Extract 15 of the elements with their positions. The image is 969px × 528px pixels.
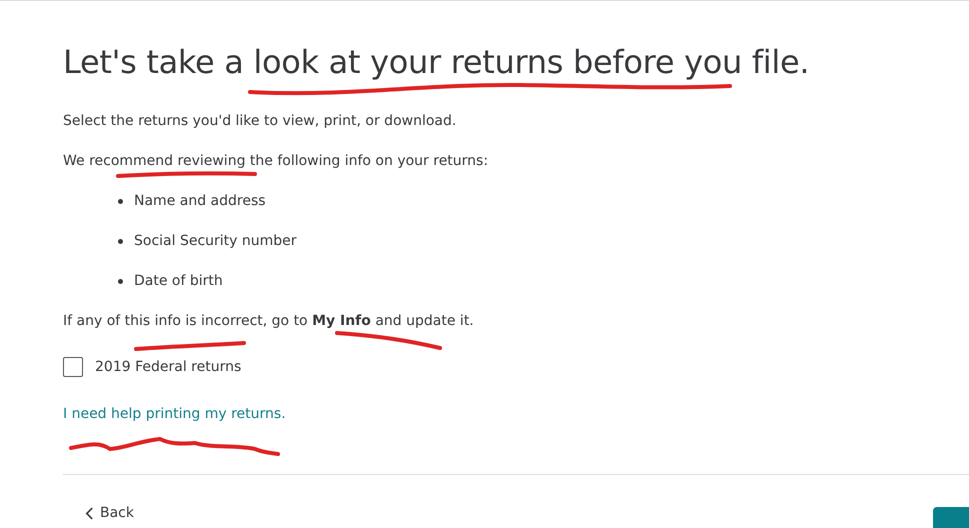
intro-text: Select the returns you'd like to view, print, or download. <box>63 112 456 131</box>
bullet-icon <box>118 198 123 204</box>
bullet-text: Social Security number <box>134 232 297 251</box>
bullet-text: Name and address <box>134 192 266 211</box>
recommend-text: We recommend reviewing the following info on your returns: <box>63 152 488 171</box>
page-heading: Let's take a look at your returns before you file. <box>63 42 810 83</box>
bullet-icon <box>118 278 123 284</box>
back-button[interactable]: Back <box>63 505 134 521</box>
bullet-icon <box>118 238 123 244</box>
incorrect-note: If any of this info is incorrect, go to My Info and update it. <box>63 312 474 331</box>
bullet-text: Date of birth <box>134 272 223 291</box>
checkbox[interactable] <box>63 357 83 377</box>
help-link[interactable]: I need help printing my returns. <box>63 404 286 424</box>
chevron-left-icon <box>85 506 94 520</box>
checkbox-label[interactable]: 2019 Federal returns <box>95 357 242 377</box>
